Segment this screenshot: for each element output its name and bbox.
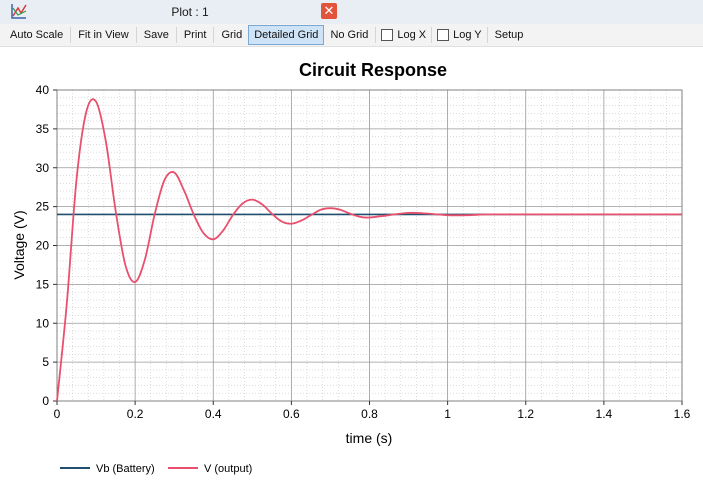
grid-button[interactable]: Grid — [215, 25, 248, 45]
y-tick-label: 0 — [42, 394, 49, 408]
toolbar-separator — [213, 27, 215, 43]
x-axis-ticks: 0 0.2 0.4 0.6 0.8 1 1.2 1.4 1.6 — [54, 401, 691, 421]
no-grid-button[interactable]: No Grid — [324, 25, 374, 45]
toolbar-separator — [175, 27, 177, 43]
window-titlebar: Plot : 1 ✕ — [0, 0, 703, 25]
print-button[interactable]: Print — [178, 25, 213, 45]
y-tick-label: 25 — [36, 200, 50, 214]
auto-scale-button[interactable]: Auto Scale — [4, 25, 69, 45]
y-tick-label: 20 — [36, 239, 50, 253]
chart-svg[interactable]: Circuit Response 0 0.2 0.4 0.6 0.8 1 1.2 1.4 1.6… — [0, 47, 703, 495]
y-axis-label: Voltage (V) — [11, 210, 27, 279]
y-tick-label: 15 — [36, 277, 50, 291]
log-x-checkbox[interactable]: Log X — [377, 26, 430, 44]
fit-in-view-button[interactable]: Fit in View — [72, 25, 135, 45]
x-tick-label: 0.2 — [127, 407, 144, 421]
log-x-label: Log X — [397, 29, 427, 41]
x-tick-label: 1.4 — [596, 407, 613, 421]
x-tick-label: 1.2 — [517, 407, 534, 421]
x-tick-label: 0 — [54, 407, 61, 421]
setup-button[interactable]: Setup — [489, 25, 530, 45]
toolbar-separator — [486, 27, 488, 43]
x-tick-label: 1 — [444, 407, 451, 421]
legend-label: V (output) — [204, 463, 252, 475]
legend-label: Vb (Battery) — [96, 463, 155, 475]
chart-title: Circuit Response — [299, 60, 447, 80]
x-axis-label: time (s) — [346, 430, 393, 446]
save-button[interactable]: Save — [138, 25, 175, 45]
checkbox-box[interactable] — [437, 29, 450, 41]
x-tick-label: 0.8 — [361, 407, 378, 421]
y-tick-label: 40 — [36, 83, 50, 97]
toolbar-separator — [375, 27, 377, 43]
x-tick-label: 1.6 — [674, 407, 691, 421]
x-tick-label: 0.4 — [205, 407, 222, 421]
window-title: Plot : 1 — [171, 5, 209, 19]
y-tick-label: 10 — [36, 316, 50, 330]
toolbar-separator — [431, 27, 433, 43]
log-y-checkbox[interactable]: Log Y — [433, 26, 486, 44]
toolbar-separator — [135, 27, 137, 43]
y-tick-label: 35 — [36, 122, 50, 136]
toolbar-separator — [70, 27, 72, 43]
plot-area[interactable]: Circuit Response 0 0.2 0.4 0.6 0.8 1 1.2 1.4 1.6… — [0, 47, 703, 495]
checkbox-box[interactable] — [381, 29, 394, 41]
plot-toolbar: Auto Scale Fit in View Save Print Grid D… — [0, 24, 703, 47]
x-tick-label: 0.6 — [283, 407, 300, 421]
log-y-label: Log Y — [453, 29, 482, 41]
close-icon[interactable]: ✕ — [321, 3, 337, 19]
y-axis-ticks: 0 5 10 15 20 25 30 35 40 — [36, 83, 57, 408]
detailed-grid-button[interactable]: Detailed Grid — [248, 25, 325, 45]
y-tick-label: 30 — [36, 161, 50, 175]
plot-app-icon — [11, 4, 27, 19]
legend: Vb (Battery) V (output) — [60, 463, 252, 475]
y-tick-label: 5 — [42, 355, 49, 369]
